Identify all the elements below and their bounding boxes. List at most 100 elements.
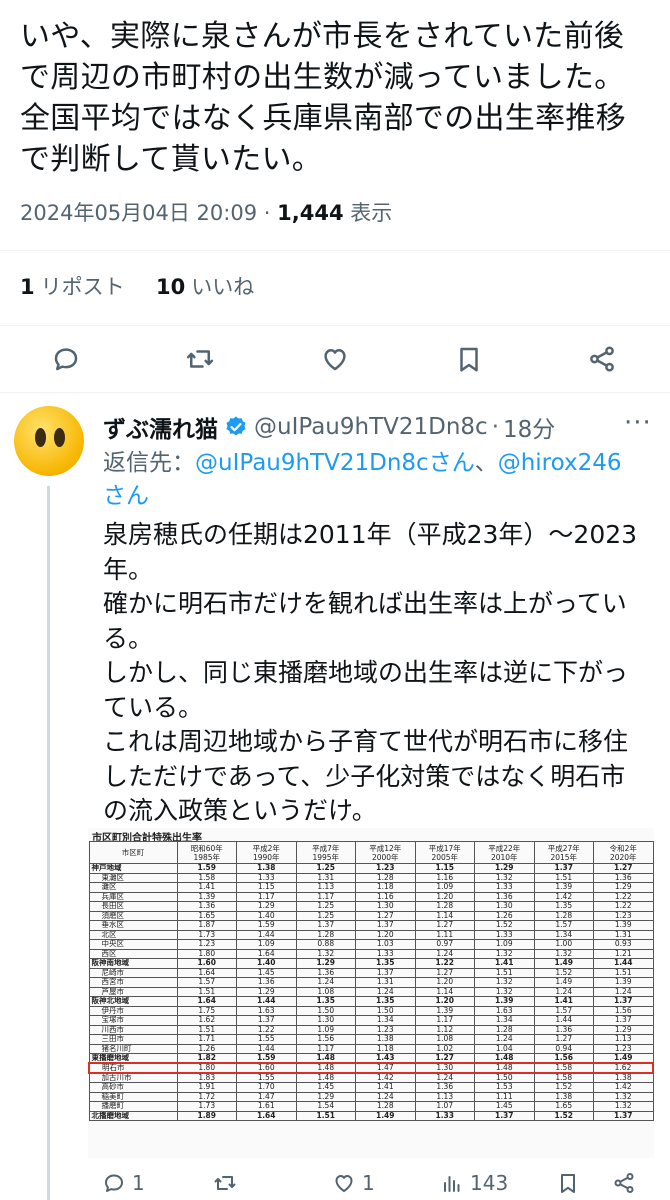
- table-header-cell: 平成12年 2000年: [355, 841, 416, 864]
- row-label: 伊丹市: [88, 1005, 178, 1016]
- table-cell: 1.23: [355, 863, 416, 874]
- table-cell: 0.94: [533, 1043, 594, 1054]
- reply-time[interactable]: 18分: [503, 410, 555, 444]
- avatar-eye-left: [35, 428, 46, 447]
- table-cell: 1.70: [236, 1082, 297, 1093]
- table-cell: 0.88: [295, 939, 356, 950]
- table-cell: 1.37: [593, 1015, 654, 1026]
- table-row: 加古川市 1.83 1.55 1.48 1.42 1.24 1.50 1.58 1.38: [88, 1072, 654, 1083]
- bookmark-button[interactable]: [556, 1163, 580, 1200]
- likes-stat[interactable]: 10 いいね: [156, 275, 254, 299]
- row-label: 芦屋市: [88, 986, 178, 997]
- share-button[interactable]: [587, 339, 617, 379]
- attached-image[interactable]: 市区町別合計特殊出生率 市区町 昭和60年 1985年 平成2年 1990年 平成7年…: [88, 828, 654, 1158]
- table-cell: 1.47: [236, 1091, 297, 1102]
- like-icon: [324, 349, 346, 371]
- like-button[interactable]: [320, 339, 350, 379]
- bookmark-button[interactable]: [454, 339, 484, 379]
- row-label: 阪神南地域: [88, 958, 178, 969]
- more-icon[interactable]: ···: [624, 408, 652, 438]
- table-cell: 1.41: [355, 1082, 416, 1093]
- share-button[interactable]: [612, 1163, 636, 1200]
- table-cell: 1.55: [236, 1034, 297, 1045]
- table-cell: 1.75: [176, 1005, 237, 1016]
- table-cell: 1.32: [593, 1091, 654, 1102]
- table-cell: 1.29: [593, 882, 654, 893]
- row-label: 北播磨地域: [88, 1110, 178, 1121]
- user-handle[interactable]: @uIPau9hTV21Dn8c: [254, 414, 488, 440]
- table-cell: 1.32: [474, 986, 535, 997]
- table-cell: 1.28: [355, 872, 416, 883]
- table-row: 高砂市 1.91 1.70 1.45 1.41 1.36 1.53 1.52 1.42: [88, 1082, 654, 1093]
- table-cell: 1.34: [533, 929, 594, 940]
- table-cell: 1.48: [474, 1062, 535, 1074]
- table-row: 兵庫区 1.39 1.17 1.17 1.16 1.20 1.36 1.42 1.22: [88, 891, 654, 902]
- table-cell: 1.34: [474, 1015, 535, 1026]
- table-cell: 1.40: [236, 910, 297, 921]
- table-row: 西宮市 1.57 1.36 1.24 1.31 1.20 1.32 1.49 1.39: [88, 977, 654, 988]
- header-separator: ·: [491, 414, 500, 440]
- table-cell: 1.32: [474, 872, 535, 883]
- table-cell: 1.61: [236, 1101, 297, 1112]
- table-cell: 1.59: [236, 1053, 297, 1064]
- tweet-timestamp[interactable]: 2024年05月04日 20:09: [20, 201, 257, 225]
- table-cell: 1.16: [355, 891, 416, 902]
- table-cell: 1.22: [236, 1024, 297, 1035]
- table-cell: 1.49: [533, 958, 594, 969]
- row-label: 加古川市: [88, 1072, 178, 1083]
- table-row: 阪神北地域 1.64 1.44 1.35 1.35 1.20 1.39 1.41 1.37: [88, 996, 654, 1007]
- repost-button[interactable]: [213, 1163, 243, 1200]
- table-cell: 0.97: [414, 939, 475, 950]
- table-cell: 1.24: [355, 986, 416, 997]
- reply-button[interactable]: 1: [102, 1163, 145, 1200]
- table-cell: 1.23: [176, 939, 237, 950]
- row-label: 西区: [88, 948, 178, 959]
- table-cell: 1.09: [236, 939, 297, 950]
- table-cell: 1.37: [593, 1110, 654, 1121]
- table-header-cell: 平成27年 2015年: [533, 841, 594, 864]
- row-label: 明石市: [88, 1062, 178, 1074]
- table-row: 芦屋市 1.51 1.29 1.08 1.24 1.14 1.32 1.24 1.24: [88, 986, 654, 997]
- reposts-stat[interactable]: 1 リポスト: [20, 275, 125, 299]
- table-cell: 1.15: [414, 863, 475, 874]
- like-button[interactable]: 1: [332, 1163, 375, 1200]
- table-cell: 1.37: [474, 1110, 535, 1121]
- table-cell: 1.32: [593, 1101, 654, 1112]
- views-count: 1,444: [277, 201, 344, 225]
- table-cell: 1.45: [236, 967, 297, 978]
- table-cell: 1.48: [474, 1053, 535, 1064]
- table-cell: 1.27: [414, 967, 475, 978]
- views-label: 表示: [350, 201, 393, 225]
- table-cell: 1.54: [295, 1101, 356, 1112]
- reply-button[interactable]: [51, 339, 81, 379]
- mention-suffix[interactable]: さん: [103, 483, 149, 509]
- table-cell: 1.33: [236, 872, 297, 883]
- table-cell: 1.59: [176, 863, 237, 874]
- table-cell: 1.32: [474, 977, 535, 988]
- avatar[interactable]: [14, 406, 84, 476]
- views-button[interactable]: 143: [440, 1163, 508, 1200]
- table-cell: 1.12: [414, 1024, 475, 1035]
- reply-icon: [54, 348, 78, 371]
- repost-icon: [214, 1176, 236, 1190]
- mention-link[interactable]: @hirox246: [498, 450, 622, 476]
- mention-link[interactable]: @uIPau9hTV21Dn8cさん: [195, 450, 475, 476]
- table-header-cell: 昭和60年 1985年: [176, 841, 237, 864]
- table-cell: 1.30: [355, 901, 416, 912]
- table-cell: 1.22: [593, 891, 654, 902]
- table-cell: 1.38: [236, 863, 297, 874]
- replying-to: 返信先：@uIPau9hTV21Dn8cさん、@hirox246 さん: [103, 447, 653, 513]
- table-cell: 1.27: [533, 1034, 594, 1045]
- table-cell: 1.49: [533, 977, 594, 988]
- table-cell: 1.25: [295, 863, 356, 874]
- row-label: 高砂市: [88, 1082, 178, 1093]
- table-cell: 1.72: [176, 1091, 237, 1102]
- table-cell: 1.33: [355, 948, 416, 959]
- table-cell: 1.52: [533, 967, 594, 978]
- table-cell: 1.43: [355, 1053, 416, 1064]
- table-cell: 1.89: [176, 1110, 237, 1121]
- table-header-cell: 平成22年 2010年: [474, 841, 535, 864]
- display-name[interactable]: ずぶ濡れ猫: [103, 410, 218, 444]
- repost-button[interactable]: [185, 339, 215, 379]
- table-cell: 1.47: [355, 1062, 416, 1074]
